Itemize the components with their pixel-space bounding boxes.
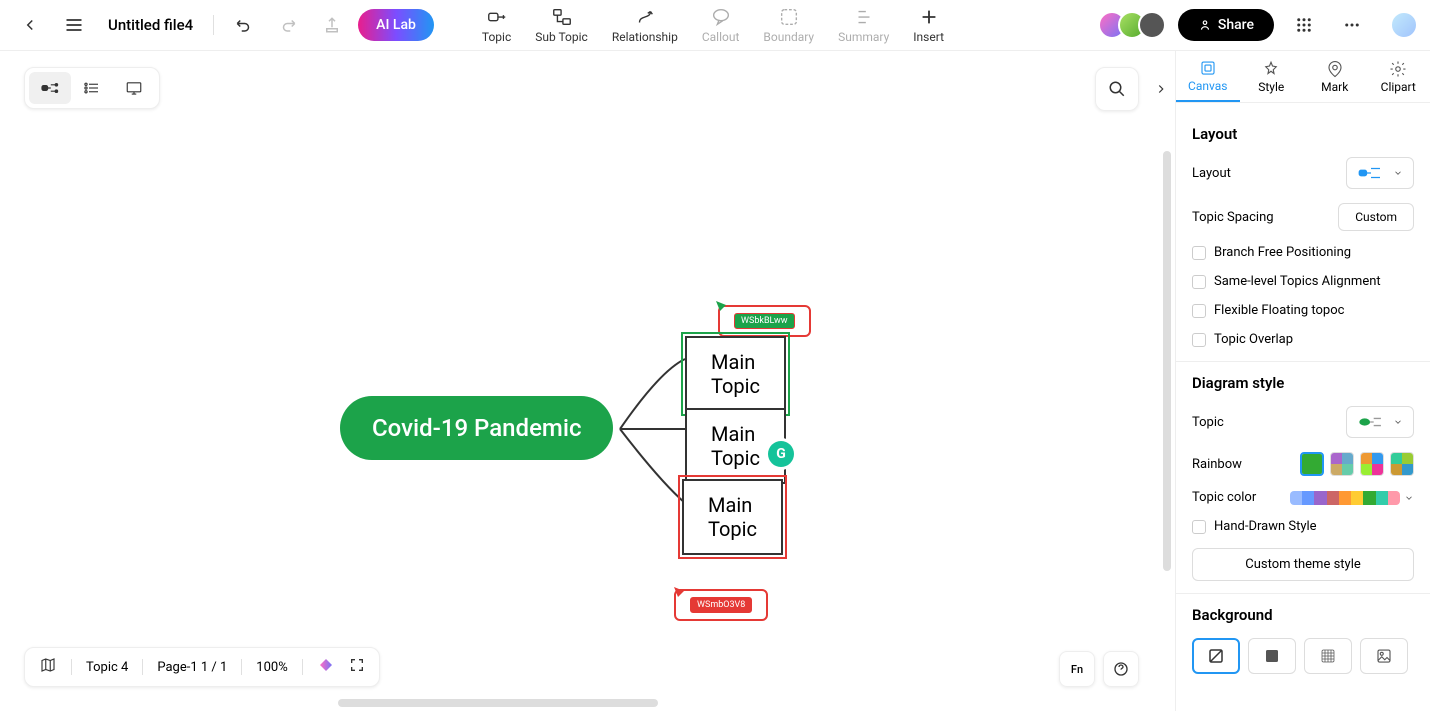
canvas[interactable]: Covid-19 Pandemic WSbkBLww Main Topic Ma… — [0, 51, 1175, 711]
rainbow-opt-3[interactable] — [1360, 452, 1384, 476]
avatar — [1138, 11, 1166, 39]
tab-style[interactable]: Style — [1240, 51, 1304, 102]
back-button[interactable] — [12, 7, 48, 43]
topic-color-label: Topic color — [1192, 490, 1256, 505]
main-topic-3[interactable]: Main Topic — [682, 479, 783, 555]
summary-tool: Summary — [838, 6, 889, 44]
boundary-label: Boundary — [763, 30, 814, 44]
ai-lab-button[interactable]: AI Lab — [358, 9, 434, 41]
same-level-checkbox[interactable]: Same-level Topics Alignment — [1192, 274, 1414, 289]
tab-mark-label: Mark — [1321, 80, 1348, 94]
branch-free-checkbox[interactable]: Branch Free Positioning — [1192, 245, 1414, 260]
rainbow-opt-2[interactable] — [1330, 452, 1354, 476]
background-section-title: Background — [1192, 606, 1414, 624]
sub-topic-tool[interactable]: Sub Topic — [535, 6, 588, 44]
topic-style-label: Topic — [1192, 415, 1224, 430]
tab-canvas-label: Canvas — [1188, 79, 1227, 93]
tab-clipart-label: Clipart — [1381, 80, 1416, 94]
tab-style-label: Style — [1258, 80, 1284, 94]
custom-theme-button[interactable]: Custom theme style — [1192, 548, 1414, 581]
tab-mark[interactable]: Mark — [1303, 51, 1367, 102]
summary-label: Summary — [838, 30, 889, 44]
undo-button[interactable] — [226, 7, 262, 43]
right-panel: Canvas Style Mark Clipart Layout Layout — [1175, 51, 1430, 711]
bg-solid[interactable] — [1248, 638, 1296, 674]
overlap-checkbox[interactable]: Topic Overlap — [1192, 332, 1414, 347]
outline-view-button[interactable] — [71, 72, 113, 104]
rainbow-label: Rainbow — [1192, 457, 1242, 472]
page-info[interactable]: Page-1 1 / 1 — [157, 660, 227, 675]
horizontal-scrollbar[interactable] — [338, 699, 658, 707]
boundary-tool: Boundary — [763, 6, 814, 44]
flexible-checkbox[interactable]: Flexible Floating topoc — [1192, 303, 1414, 318]
bg-none[interactable] — [1192, 638, 1240, 674]
help-button[interactable] — [1103, 651, 1139, 687]
cursor-tag-2: WSmbO3V8 — [690, 597, 752, 613]
topic-label: Topic — [482, 30, 511, 44]
callout-tool: Callout — [702, 6, 740, 44]
relationship-tool[interactable]: Relationship — [612, 6, 678, 44]
layout-select[interactable] — [1346, 157, 1414, 189]
panel-collapse-button[interactable] — [1147, 67, 1175, 111]
map-icon[interactable] — [39, 656, 57, 678]
grammarly-icon[interactable]: G — [768, 441, 794, 467]
collaborator-avatars[interactable] — [1106, 11, 1166, 39]
share-button[interactable]: Share — [1178, 9, 1274, 41]
rainbow-opt-4[interactable] — [1390, 452, 1414, 476]
tab-canvas[interactable]: Canvas — [1176, 51, 1240, 102]
topic-count[interactable]: Topic 4 — [86, 660, 128, 675]
topic-style-select[interactable] — [1346, 406, 1414, 438]
insert-label: Insert — [913, 30, 944, 44]
file-name[interactable]: Untitled file4 — [100, 16, 201, 34]
custom-spacing-button[interactable]: Custom — [1338, 203, 1414, 231]
bg-pattern[interactable] — [1304, 638, 1352, 674]
more-button[interactable] — [1334, 7, 1370, 43]
central-topic[interactable]: Covid-19 Pandemic — [340, 396, 613, 460]
apps-button[interactable] — [1286, 7, 1322, 43]
tab-clipart[interactable]: Clipart — [1367, 51, 1430, 102]
main-topic-1[interactable]: Main Topic — [685, 336, 786, 412]
export-button[interactable] — [314, 7, 350, 43]
insert-tool[interactable]: Insert — [913, 6, 944, 44]
cursor-tag: WSbkBLww — [734, 313, 795, 329]
ai-icon[interactable] — [317, 656, 335, 678]
user-avatar[interactable] — [1390, 11, 1418, 39]
callout-label: Callout — [702, 30, 740, 44]
search-button[interactable] — [1095, 67, 1139, 111]
topic-color-strip[interactable] — [1290, 491, 1400, 505]
fullscreen-button[interactable] — [349, 657, 365, 677]
vertical-scrollbar[interactable] — [1163, 151, 1171, 571]
chevron-down-icon[interactable] — [1404, 493, 1414, 503]
diagram-section-title: Diagram style — [1192, 374, 1414, 392]
bg-image[interactable] — [1360, 638, 1408, 674]
layout-section-title: Layout — [1192, 125, 1414, 143]
presentation-view-button[interactable] — [113, 72, 155, 104]
view-mode-toggle — [24, 67, 160, 109]
zoom-level[interactable]: 100% — [256, 660, 287, 675]
redo-button[interactable] — [270, 7, 306, 43]
mindmap-view-button[interactable] — [29, 72, 71, 104]
sub-topic-label: Sub Topic — [535, 30, 588, 44]
menu-button[interactable] — [56, 7, 92, 43]
function-button[interactable]: Fn — [1059, 651, 1095, 687]
hand-drawn-checkbox[interactable]: Hand-Drawn Style — [1192, 519, 1414, 534]
topic-spacing-label: Topic Spacing — [1192, 210, 1274, 225]
status-bar: Topic 4 Page-1 1 / 1 100% — [24, 647, 380, 687]
share-label: Share — [1218, 17, 1254, 33]
rainbow-opt-1[interactable] — [1300, 452, 1324, 476]
topic-tool[interactable]: Topic — [482, 6, 511, 44]
relationship-label: Relationship — [612, 30, 678, 44]
layout-label: Layout — [1192, 166, 1231, 181]
